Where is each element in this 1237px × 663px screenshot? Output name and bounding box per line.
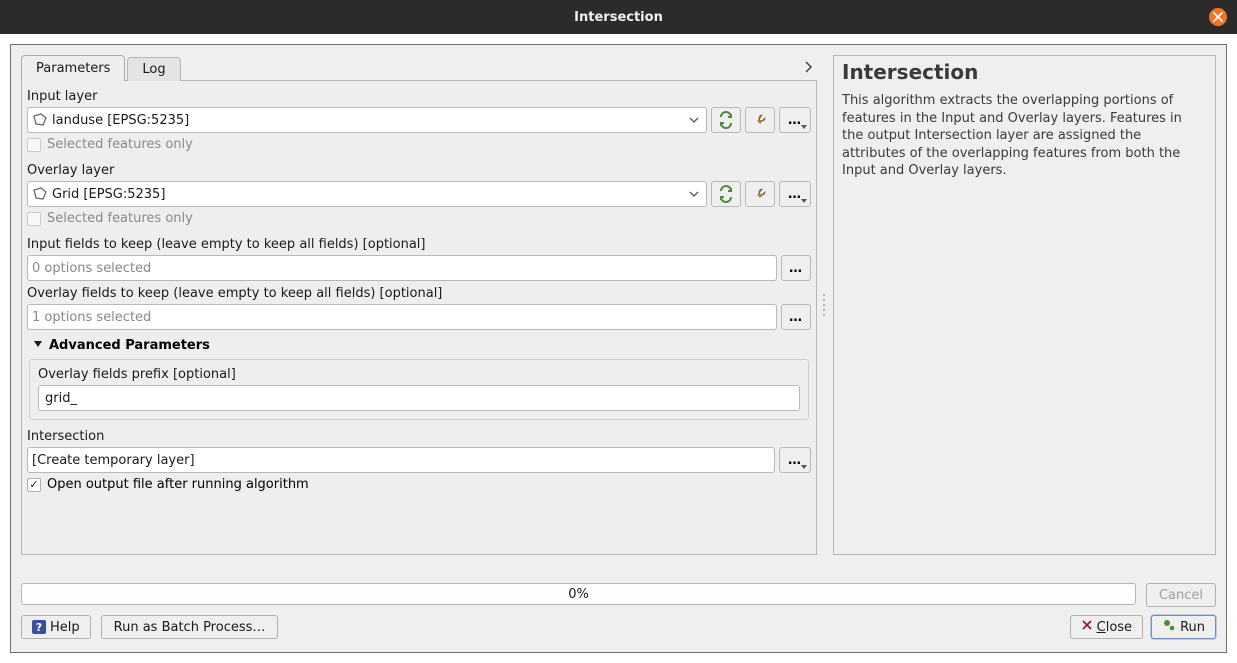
help-title: Intersection [842, 60, 1207, 84]
input-layer-label: Input layer [27, 86, 811, 107]
ellipsis-icon: … [789, 261, 803, 276]
help-pane: Intersection This algorithm extracts the… [833, 55, 1216, 555]
overlay-layer-options-button[interactable]: … [779, 181, 811, 207]
progress-bar: 0% [21, 583, 1136, 605]
client-area: Parameters Log Input layer [0, 34, 1237, 663]
overlay-layer-wrench-button[interactable] [745, 181, 775, 207]
tab-content: Input layer landuse [EPSG:5235] [21, 80, 817, 555]
input-fields-display[interactable]: 0 options selected [27, 255, 777, 281]
overlay-prefix-input[interactable]: grid_ [38, 385, 800, 411]
input-layer-iterate-button[interactable] [711, 107, 741, 133]
input-layer-value: landuse [EPSG:5235] [52, 113, 686, 128]
help-icon: ? [32, 620, 46, 634]
run-as-batch-button[interactable]: Run as Batch Process… [101, 615, 279, 639]
tab-parameters[interactable]: Parameters [21, 55, 125, 81]
splitter-handle[interactable] [817, 55, 833, 555]
ellipsis-icon: … [788, 453, 802, 468]
cancel-button: Cancel [1146, 583, 1216, 607]
tab-log[interactable]: Log [127, 57, 180, 81]
overlay-selected-only-label: Selected features only [47, 211, 193, 226]
input-layer-options-button[interactable]: … [779, 107, 811, 133]
main-split: Parameters Log Input layer [21, 55, 1216, 555]
dialog-window: Intersection Parameters Log [0, 0, 1237, 663]
overlay-prefix-label: Overlay fields prefix [optional] [38, 364, 800, 385]
window-title: Intersection [574, 10, 663, 25]
advanced-parameters-box: Overlay fields prefix [optional] grid_ [29, 359, 809, 420]
open-output-label: Open output file after running algorithm [47, 477, 309, 492]
polygon-layer-icon [32, 186, 48, 202]
output-destination-options-button[interactable]: … [779, 447, 811, 473]
tab-bar: Parameters Log [21, 55, 817, 81]
chevron-down-icon [686, 189, 702, 199]
bottom-button-row: ? Help Run as Batch Process… Close [21, 615, 1216, 639]
chevron-down-icon [686, 115, 702, 125]
overlay-layer-value: Grid [EPSG:5235] [52, 187, 686, 202]
help-body: This algorithm extracts the overlapping … [842, 92, 1207, 180]
progress-row: 0% Cancel [21, 583, 1216, 607]
close-icon[interactable] [1209, 8, 1227, 26]
ellipsis-icon: … [788, 113, 802, 128]
overlay-fields-display[interactable]: 1 options selected [27, 304, 777, 330]
run-button-label: Run [1180, 620, 1205, 635]
input-layer-combo[interactable]: landuse [EPSG:5235] [27, 107, 707, 133]
left-pane: Parameters Log Input layer [21, 55, 817, 555]
overlay-fields-options-button[interactable]: … [781, 304, 811, 330]
close-button[interactable]: Close [1070, 615, 1143, 639]
close-button-label: Close [1097, 620, 1132, 635]
gears-icon [1162, 618, 1176, 636]
input-selected-only-label: Selected features only [47, 137, 193, 152]
overlay-selected-only-checkbox [27, 212, 41, 226]
titlebar[interactable]: Intersection [0, 0, 1237, 34]
overlay-fields-label: Overlay fields to keep (leave empty to k… [27, 283, 811, 304]
overlay-layer-combo[interactable]: Grid [EPSG:5235] [27, 181, 707, 207]
close-x-icon [1081, 619, 1093, 635]
input-fields-options-button[interactable]: … [781, 255, 811, 281]
overlay-layer-label: Overlay layer [27, 160, 811, 181]
input-fields-label: Input fields to keep (leave empty to kee… [27, 234, 811, 255]
overlay-layer-iterate-button[interactable] [711, 181, 741, 207]
collapse-help-icon[interactable] [801, 59, 817, 75]
help-button[interactable]: ? Help [21, 615, 91, 639]
output-destination-input[interactable]: [Create temporary layer] [27, 447, 775, 473]
polygon-layer-icon [32, 112, 48, 128]
advanced-parameters-toggle[interactable]: Advanced Parameters [27, 332, 811, 357]
caret-down-icon [33, 338, 43, 353]
run-button[interactable]: Run [1151, 615, 1216, 639]
input-selected-only-checkbox [27, 138, 41, 152]
input-layer-wrench-button[interactable] [745, 107, 775, 133]
output-label: Intersection [27, 426, 811, 447]
ellipsis-icon: … [789, 310, 803, 325]
body: Parameters Log Input layer [10, 44, 1227, 653]
ellipsis-icon: … [788, 187, 802, 202]
help-button-label: Help [50, 620, 80, 635]
open-output-checkbox[interactable] [27, 478, 41, 492]
advanced-parameters-header: Advanced Parameters [49, 338, 210, 353]
